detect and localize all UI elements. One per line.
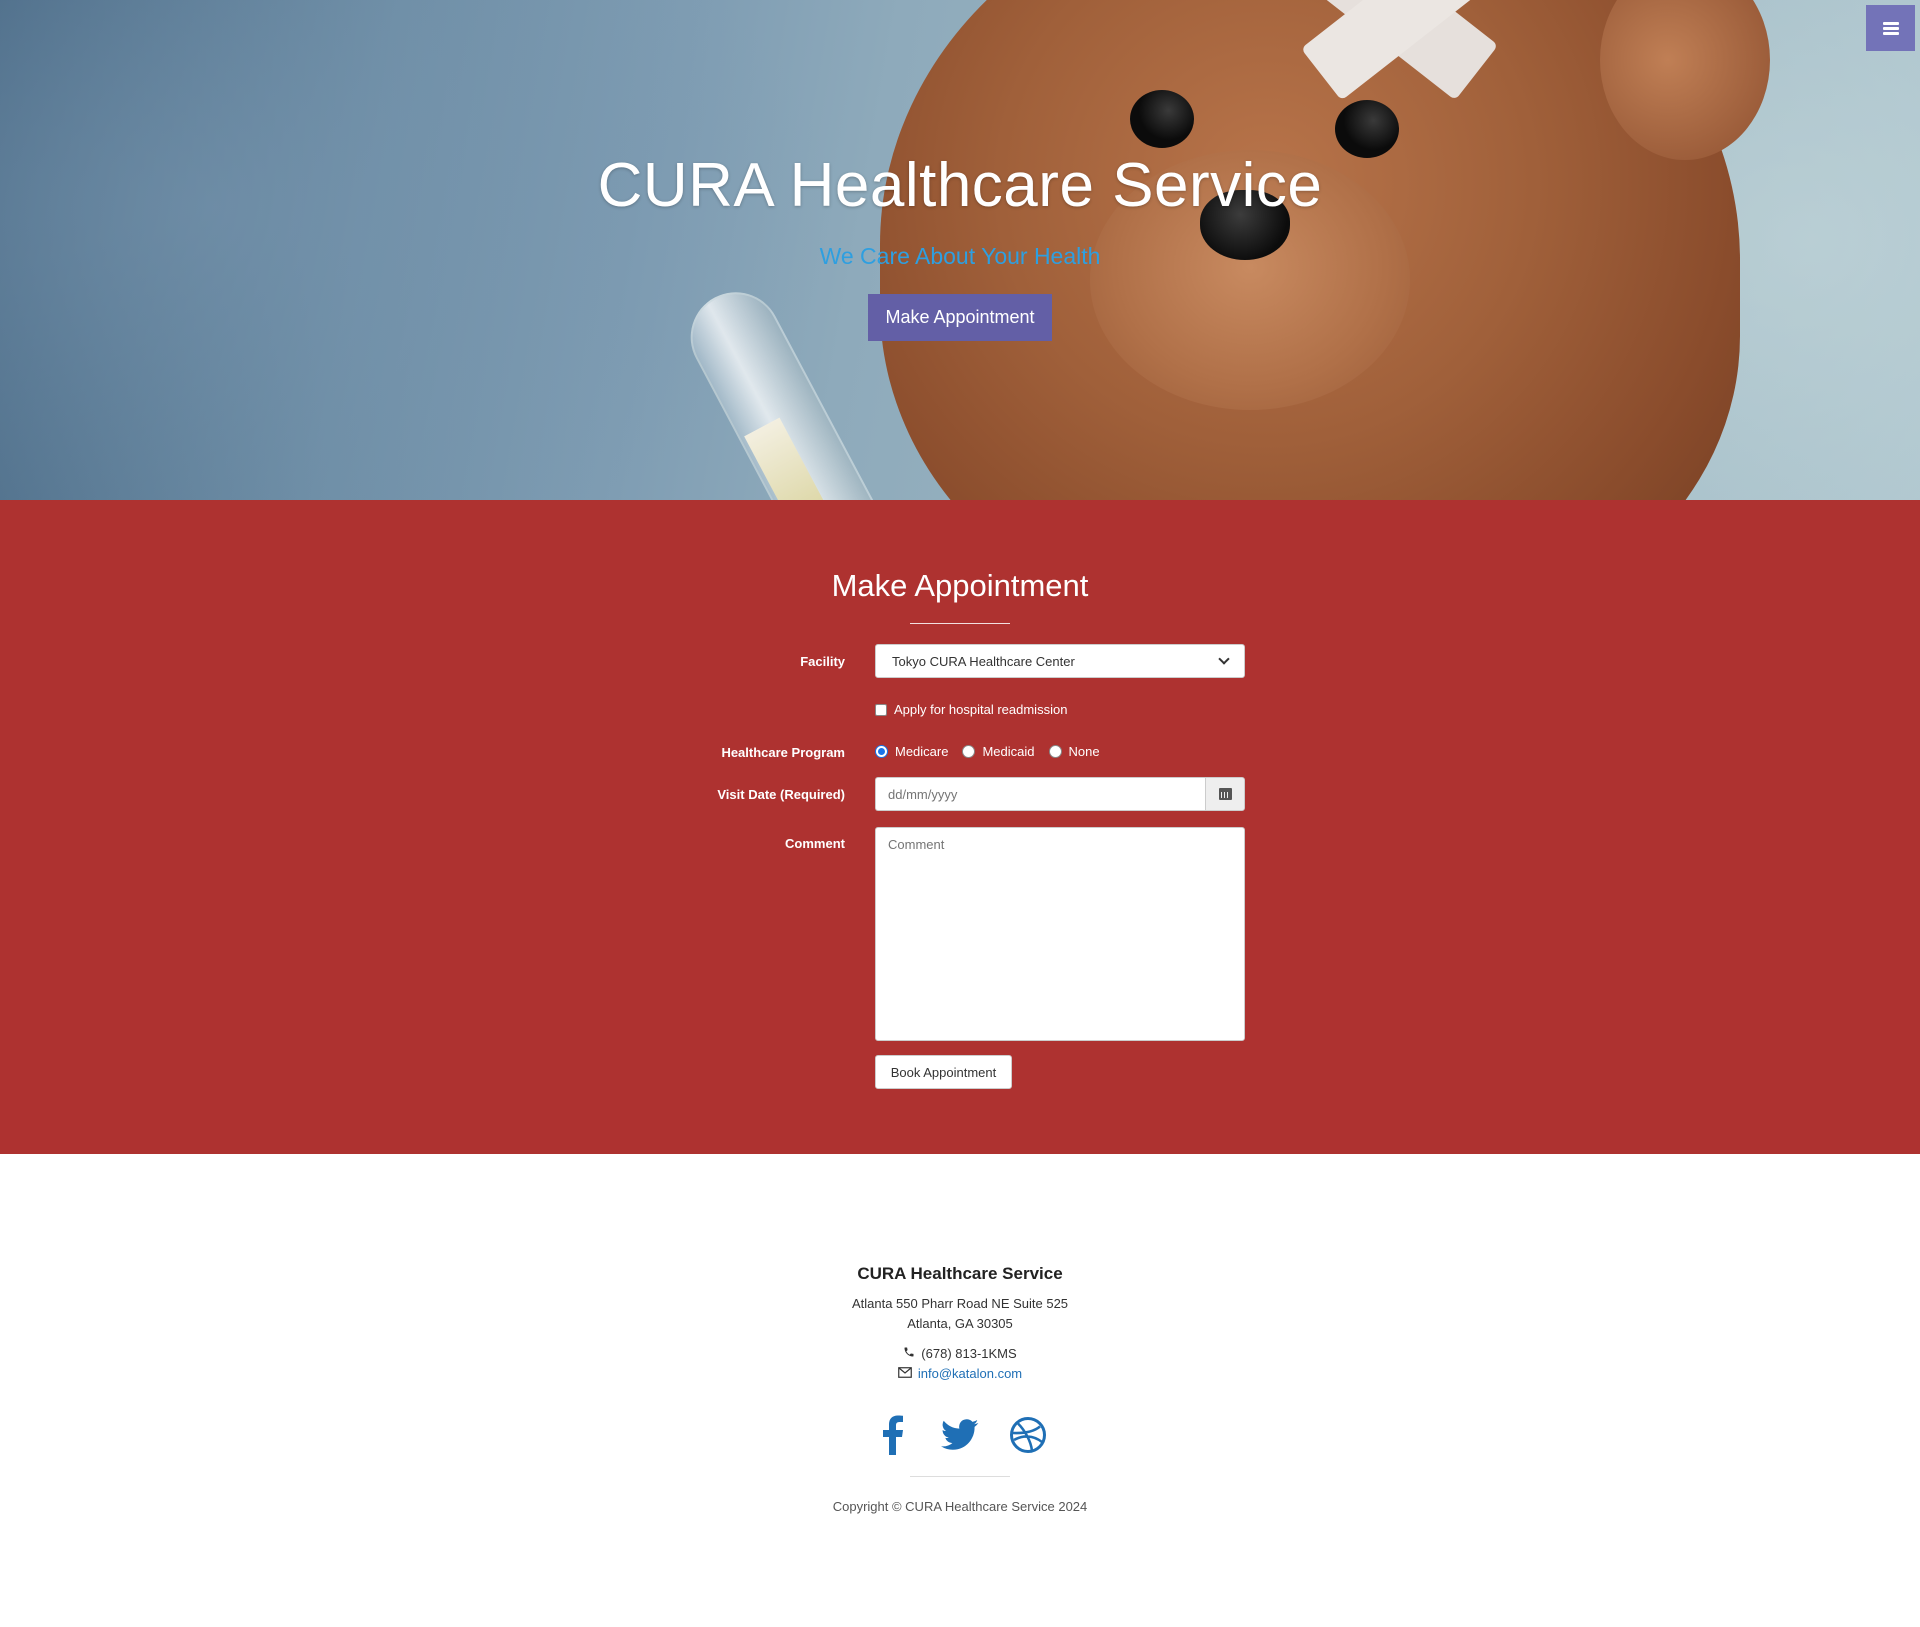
radio-medicaid[interactable] [962,745,976,758]
visit-date-group [875,777,1245,811]
twitter-icon[interactable] [938,1413,982,1457]
radio-medicare-label: Medicare [895,744,949,759]
calendar-icon [1218,788,1232,800]
hero-banner: CURA Healthcare Service We Care About Yo… [0,0,1920,500]
hero-content: CURA Healthcare Service We Care About Yo… [0,150,1920,341]
comment-textarea[interactable] [875,827,1245,1041]
footer-phone-number: (678) 813-1KMS [921,1346,1017,1361]
facebook-icon[interactable] [870,1413,914,1457]
menu-toggle-button[interactable] [1866,5,1915,51]
hero-subtitle: We Care About Your Health [819,243,1101,269]
book-appointment-button[interactable]: Book Appointment [875,1055,1012,1089]
radio-medicare[interactable] [875,745,888,758]
hamburger-icon [1882,21,1899,35]
make-appointment-button[interactable]: Make Appointment [868,294,1052,341]
footer-company-name: CURA Healthcare Service [857,1264,1063,1283]
facility-selected-value: Tokyo CURA Healthcare Center [892,653,1075,669]
copyright-text: Copyright © CURA Healthcare Service 2024 [832,1499,1088,1514]
radio-none-label: None [1068,744,1100,759]
phone-icon [903,1346,915,1361]
visit-date-input[interactable] [875,777,1205,811]
facility-select[interactable]: Tokyo CURA Healthcare Center [875,644,1245,678]
healthcare-program-radios: Medicare Medicaid None [875,744,1114,759]
envelope-icon [898,1366,912,1381]
chevron-down-icon [1218,653,1230,665]
footer-address-line1: Atlanta 550 Pharr Road NE Suite 525 [851,1296,1069,1311]
footer-divider [910,1476,1010,1477]
social-links [870,1410,1050,1460]
footer-address-line2: Atlanta, GA 30305 [907,1316,1013,1331]
readmission-label: Apply for hospital readmission [894,702,1068,717]
title-divider [910,623,1010,624]
radio-medicaid-label: Medicaid [982,744,1035,759]
facility-label: Facility [800,654,845,669]
readmission-checkbox-row: Apply for hospital readmission [875,702,1067,717]
visit-date-label: Visit Date (Required) [717,787,845,802]
readmission-checkbox[interactable] [875,703,887,716]
appointment-section: Make Appointment Facility Tokyo CURA Hea… [0,500,1920,1154]
teddy-bear-eye-left [1130,90,1194,148]
healthcare-program-label: Healthcare Program [721,745,845,760]
footer-email-link[interactable]: info@katalon.com [918,1366,1022,1381]
hero-title: CURA Healthcare Service [597,151,1323,220]
footer-phone: (678) 813-1KMS [0,1346,1920,1361]
footer-email: info@katalon.com [0,1366,1920,1381]
footer: CURA Healthcare Service Atlanta 550 Phar… [0,1154,1920,1627]
calendar-button[interactable] [1205,777,1245,811]
comment-label: Comment [785,836,845,851]
radio-none[interactable] [1048,745,1062,758]
appointment-title: Make Appointment [831,568,1089,603]
dribbble-icon[interactable] [1006,1413,1050,1457]
